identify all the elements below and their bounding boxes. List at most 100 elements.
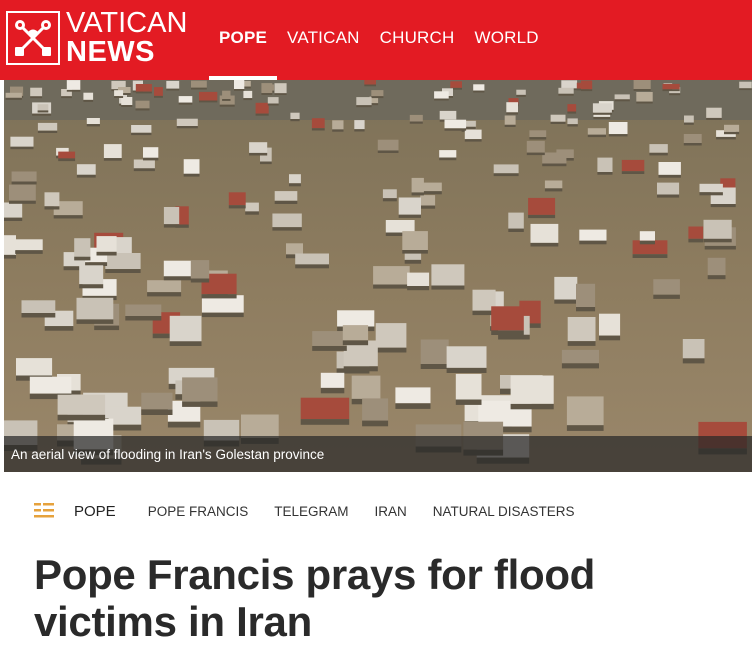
house-roof	[16, 358, 53, 376]
house-wall	[409, 121, 423, 124]
house-roof	[182, 377, 218, 402]
house-wall	[593, 117, 611, 120]
house-wall	[444, 128, 467, 131]
house-wall	[9, 200, 36, 204]
house-wall	[320, 387, 345, 394]
house-roof	[76, 164, 96, 175]
house-wall	[201, 294, 237, 299]
house-roof	[510, 375, 554, 404]
house-roof	[176, 118, 198, 126]
house-wall	[178, 102, 193, 105]
house-roof	[10, 136, 34, 147]
house-wall	[147, 292, 182, 297]
house-roof	[183, 159, 200, 174]
house-roof	[439, 150, 457, 158]
house-wall	[143, 157, 159, 161]
house-wall	[37, 110, 49, 113]
house-roof	[29, 376, 72, 394]
hero-image: An aerial view of flooding in Iran's Gol…	[4, 80, 752, 472]
house-roof	[561, 349, 599, 364]
house-roof	[373, 266, 410, 285]
house-wall	[274, 200, 298, 204]
house-roof	[286, 243, 303, 255]
house-wall	[710, 204, 736, 208]
house-roof	[599, 313, 621, 336]
tag-telegram[interactable]: TELEGRAM	[274, 504, 348, 519]
house-wall	[183, 173, 200, 177]
house-wall	[621, 171, 645, 174]
house-wall	[662, 89, 680, 92]
house-wall	[249, 152, 268, 156]
house-wall	[649, 152, 668, 156]
house-roof	[375, 323, 407, 348]
house-roof	[300, 397, 350, 420]
house-roof	[354, 120, 365, 130]
house-roof	[567, 118, 578, 125]
house-wall	[528, 214, 556, 219]
house-wall	[464, 139, 482, 142]
house-roof	[579, 229, 607, 241]
house-wall	[311, 128, 325, 131]
house-wall	[599, 335, 621, 341]
house-wall	[684, 122, 694, 125]
house-roof	[385, 220, 415, 233]
house-wall	[597, 172, 613, 175]
house-roof	[74, 238, 91, 257]
house-wall	[201, 312, 244, 318]
house-roof	[37, 104, 49, 111]
house-roof	[76, 297, 114, 320]
house-wall	[356, 105, 372, 108]
house-roof	[528, 197, 556, 215]
house-roof	[261, 83, 273, 94]
nav-item-label: POPE	[219, 27, 268, 47]
house-wall	[362, 420, 389, 427]
house-wall	[382, 198, 397, 202]
house-roof	[15, 239, 43, 251]
house-roof	[121, 97, 133, 105]
tag-pope[interactable]: POPE	[74, 503, 116, 520]
house-wall	[94, 325, 120, 331]
house-wall	[473, 90, 485, 93]
nav-item-vatican[interactable]: VATICAN	[277, 0, 370, 80]
house-wall	[653, 294, 680, 299]
house-wall	[61, 96, 72, 99]
house-roof	[135, 100, 150, 109]
house-wall	[300, 419, 350, 425]
house-roof	[633, 80, 651, 90]
house-wall	[579, 240, 607, 245]
house-wall	[558, 93, 574, 96]
site-logo[interactable]: VATICAN NEWS	[6, 8, 187, 68]
house-wall	[639, 240, 655, 245]
house-wall	[636, 101, 653, 104]
house-wall	[135, 108, 150, 111]
house-roof	[274, 83, 287, 94]
house-roof	[135, 84, 152, 92]
house-wall	[411, 192, 424, 196]
tag-natural-disasters[interactable]: NATURAL DISASTERS	[433, 504, 575, 519]
house-roof	[245, 202, 259, 212]
house-wall	[377, 150, 399, 153]
nav-item-church[interactable]: CHURCH	[370, 0, 465, 80]
house-wall	[10, 146, 34, 150]
house-wall	[30, 96, 43, 99]
tag-pope-francis[interactable]: POPE FRANCIS	[148, 504, 249, 519]
house-wall	[554, 299, 578, 304]
house-wall	[608, 134, 628, 137]
tag-iran[interactable]: IRAN	[374, 504, 406, 519]
house-wall	[446, 367, 487, 373]
house-roof	[37, 122, 58, 131]
house-roof	[464, 120, 476, 127]
nav-item-world[interactable]: WORLD	[464, 0, 548, 80]
house-roof	[169, 315, 202, 342]
house-roof	[587, 128, 606, 135]
house-roof	[163, 207, 180, 225]
house-wall	[11, 181, 37, 185]
house-wall	[76, 319, 114, 324]
house-roof	[86, 118, 100, 124]
house-roof	[267, 97, 279, 104]
house-wall	[526, 152, 545, 156]
house-wall	[261, 93, 273, 95]
house-wall	[79, 284, 104, 289]
house-roof	[398, 197, 421, 215]
nav-item-pope[interactable]: POPE	[209, 0, 278, 80]
